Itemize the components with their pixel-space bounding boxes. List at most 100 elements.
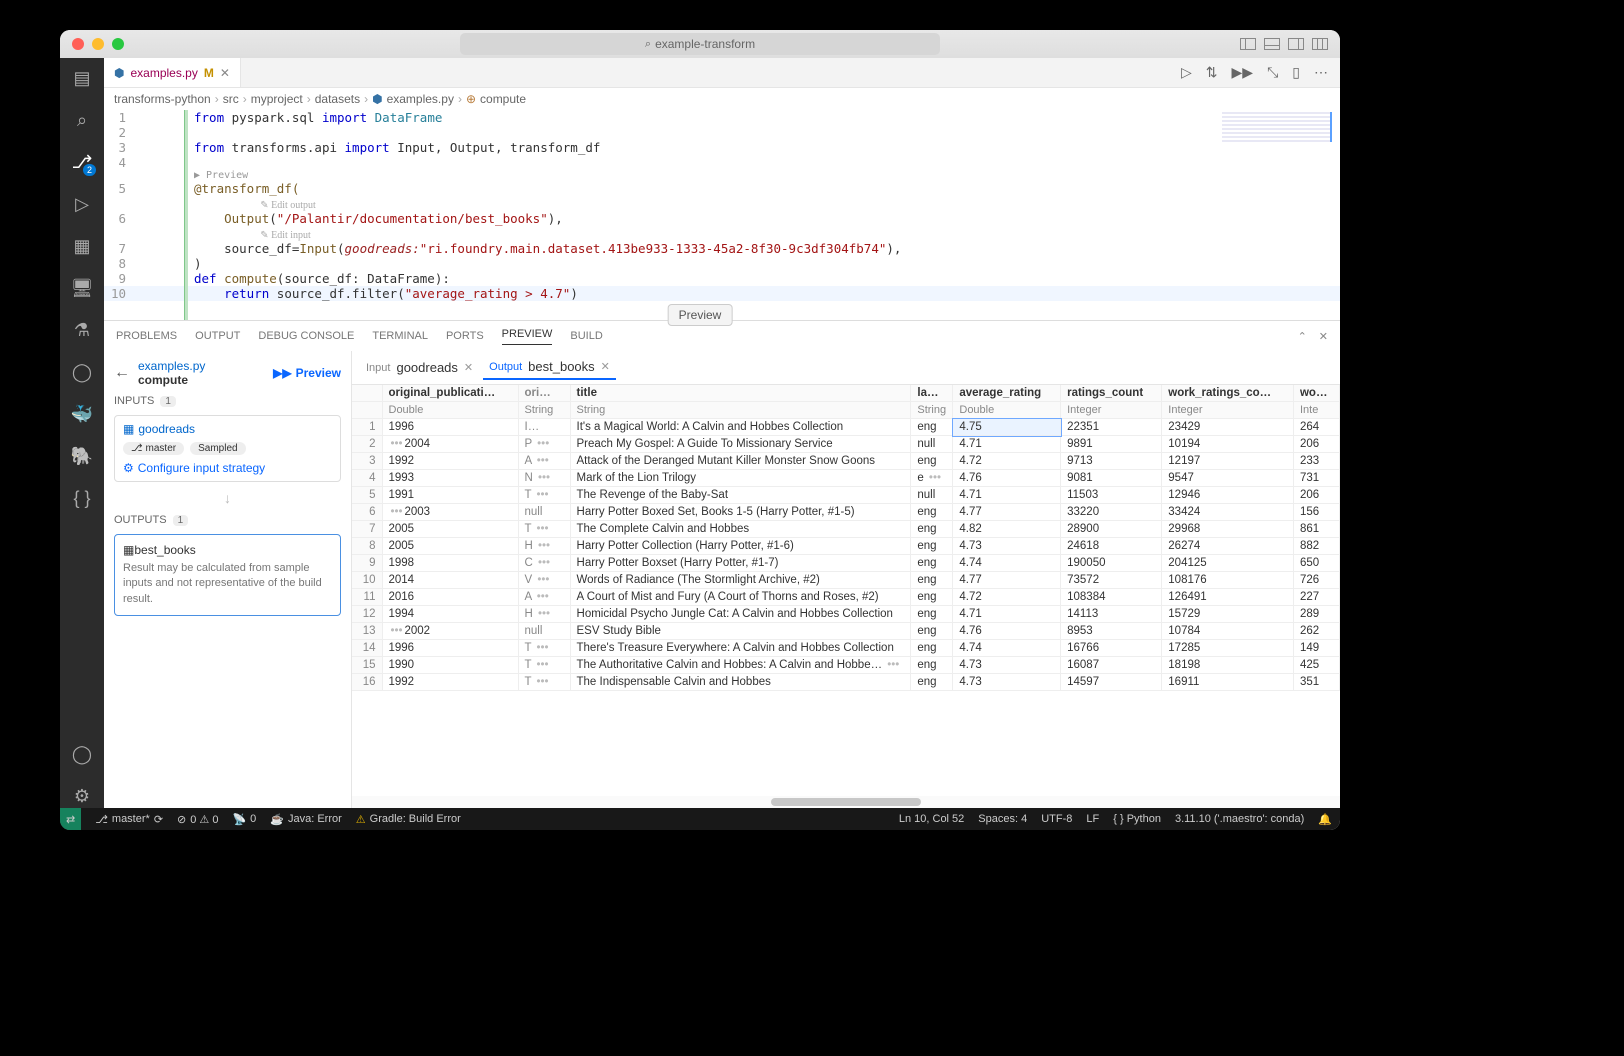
cell[interactable]: C ••• <box>518 555 570 572</box>
horizontal-scrollbar[interactable] <box>352 796 1340 808</box>
cell[interactable]: It's a Magical World: A Calvin and Hobbe… <box>570 419 911 436</box>
cell[interactable]: 9081 <box>1061 470 1162 487</box>
layout-bottom-icon[interactable] <box>1264 38 1280 50</box>
table-row[interactable]: 151990T •••The Authoritative Calvin and … <box>352 657 1340 674</box>
cell[interactable]: 2005 <box>382 521 518 538</box>
cell[interactable]: 4.76 <box>953 470 1061 487</box>
cell[interactable]: eng <box>911 419 953 436</box>
remote-explorer-icon[interactable]: 🖥 <box>70 276 94 300</box>
cell[interactable]: H ••• <box>518 606 570 623</box>
cell[interactable]: 861 <box>1293 521 1339 538</box>
cell[interactable]: 4.82 <box>953 521 1061 538</box>
cell[interactable]: 4.77 <box>953 504 1061 521</box>
cell[interactable]: 1992 <box>382 453 518 470</box>
configure-strategy-link[interactable]: ⚙Configure input strategy <box>123 461 332 475</box>
cell[interactable]: 12946 <box>1162 487 1294 504</box>
table-row[interactable]: 161992T •••The Indispensable Calvin and … <box>352 674 1340 691</box>
layout-right-icon[interactable] <box>1288 38 1304 50</box>
cell[interactable]: 1993 <box>382 470 518 487</box>
cell[interactable]: 425 <box>1293 657 1339 674</box>
status-encoding[interactable]: UTF-8 <box>1041 813 1072 825</box>
cell[interactable]: ESV Study Bible <box>570 623 911 640</box>
cell[interactable]: 24618 <box>1061 538 1162 555</box>
crumb[interactable]: compute <box>480 92 526 106</box>
cell[interactable]: There's Treasure Everywhere: A Calvin an… <box>570 640 911 657</box>
cell[interactable]: 206 <box>1293 436 1339 453</box>
cell[interactable]: 28900 <box>1061 521 1162 538</box>
data-grid[interactable]: original_publicati…ori…titlela…average_r… <box>352 385 1340 796</box>
scm-icon[interactable]: ⎇2 <box>70 150 94 174</box>
crumb[interactable]: transforms-python <box>114 92 211 106</box>
table-row[interactable]: 41993N •••Mark of the Lion Trilogye •••4… <box>352 470 1340 487</box>
palantir-icon[interactable]: ◯ <box>70 360 94 384</box>
tab-examples-py[interactable]: ⬢ examples.py M ✕ <box>104 58 241 87</box>
column-header[interactable]: ratings_count <box>1061 385 1162 402</box>
cell[interactable]: 12197 <box>1162 453 1294 470</box>
codelens-preview[interactable]: ▶ Preview <box>104 170 1340 181</box>
pickaxe-action-icon[interactable]: ⤡ <box>1267 64 1278 81</box>
input-card[interactable]: ▦goodreads ⎇master Sampled ⚙Configure in… <box>114 415 341 482</box>
cell[interactable]: 9547 <box>1162 470 1294 487</box>
layout-left-icon[interactable] <box>1240 38 1256 50</box>
table-row[interactable]: 141996T •••There's Treasure Everywhere: … <box>352 640 1340 657</box>
column-header[interactable]: wo… <box>1293 385 1339 402</box>
cell[interactable]: •••2004 <box>382 436 518 453</box>
status-gradle[interactable]: Gradle: Build Error <box>356 813 461 826</box>
foundry-icon[interactable]: { } <box>70 486 94 510</box>
table-row[interactable]: 102014V •••Words of Radiance (The Storml… <box>352 572 1340 589</box>
cell[interactable]: 9713 <box>1061 453 1162 470</box>
cell[interactable]: The Revenge of the Baby-Sat <box>570 487 911 504</box>
cell[interactable]: 4.77 <box>953 572 1061 589</box>
cell[interactable]: 4.71 <box>953 606 1061 623</box>
cell[interactable]: N ••• <box>518 470 570 487</box>
cell[interactable]: null <box>518 623 570 640</box>
column-header[interactable] <box>352 385 382 402</box>
settings-icon[interactable]: ⚙ <box>70 784 94 808</box>
panel-tab-debug[interactable]: DEBUG CONSOLE <box>258 330 354 342</box>
breadcrumbs[interactable]: transforms-python› src› myproject› datas… <box>104 88 1340 110</box>
cell[interactable]: e ••• <box>911 470 953 487</box>
status-interpreter[interactable]: 3.11.10 ('.maestro': conda) <box>1175 813 1304 825</box>
cell[interactable]: 289 <box>1293 606 1339 623</box>
cell[interactable]: T ••• <box>518 640 570 657</box>
status-radio[interactable]: 📡 0 <box>232 813 256 826</box>
cell[interactable]: A ••• <box>518 453 570 470</box>
cell[interactable]: T ••• <box>518 674 570 691</box>
cell[interactable]: 1998 <box>382 555 518 572</box>
cell[interactable]: 4.74 <box>953 555 1061 572</box>
back-icon[interactable]: ← <box>114 364 130 382</box>
crumb[interactable]: examples.py <box>387 92 454 106</box>
cell[interactable]: H ••• <box>518 538 570 555</box>
cell[interactable]: 351 <box>1293 674 1339 691</box>
cell[interactable]: 262 <box>1293 623 1339 640</box>
cell[interactable]: 1994 <box>382 606 518 623</box>
branch-chip[interactable]: ⎇master <box>123 442 184 455</box>
side-file[interactable]: examples.py <box>138 359 205 373</box>
cell[interactable]: eng <box>911 623 953 640</box>
crumb[interactable]: datasets <box>315 92 360 106</box>
accounts-icon[interactable]: ◯ <box>70 742 94 766</box>
cell[interactable]: 126491 <box>1162 589 1294 606</box>
cell[interactable]: 206 <box>1293 487 1339 504</box>
cell[interactable]: 26274 <box>1162 538 1294 555</box>
cell[interactable]: Attack of the Deranged Mutant Killer Mon… <box>570 453 911 470</box>
cell[interactable]: 731 <box>1293 470 1339 487</box>
cell[interactable]: null <box>911 487 953 504</box>
cell[interactable]: 4.73 <box>953 657 1061 674</box>
cell[interactable]: 33220 <box>1061 504 1162 521</box>
cell[interactable]: 264 <box>1293 419 1339 436</box>
table-row[interactable]: 72005T •••The Complete Calvin and Hobbes… <box>352 521 1340 538</box>
docker-icon[interactable]: 🐳 <box>70 402 94 426</box>
table-row[interactable]: 82005H •••Harry Potter Collection (Harry… <box>352 538 1340 555</box>
cell[interactable]: V ••• <box>518 572 570 589</box>
cell[interactable]: A Court of Mist and Fury (A Court of Tho… <box>570 589 911 606</box>
tab-close-icon[interactable]: ✕ <box>601 360 610 373</box>
testing-icon[interactable]: ⚗ <box>70 318 94 342</box>
panel-tab-preview[interactable]: PREVIEW <box>502 328 553 345</box>
cell[interactable]: 190050 <box>1061 555 1162 572</box>
cell[interactable]: eng <box>911 521 953 538</box>
cell[interactable]: eng <box>911 657 953 674</box>
cell[interactable]: Mark of the Lion Trilogy <box>570 470 911 487</box>
panel-close-icon[interactable]: ✕ <box>1319 330 1328 343</box>
table-row[interactable]: 112016A •••A Court of Mist and Fury (A C… <box>352 589 1340 606</box>
